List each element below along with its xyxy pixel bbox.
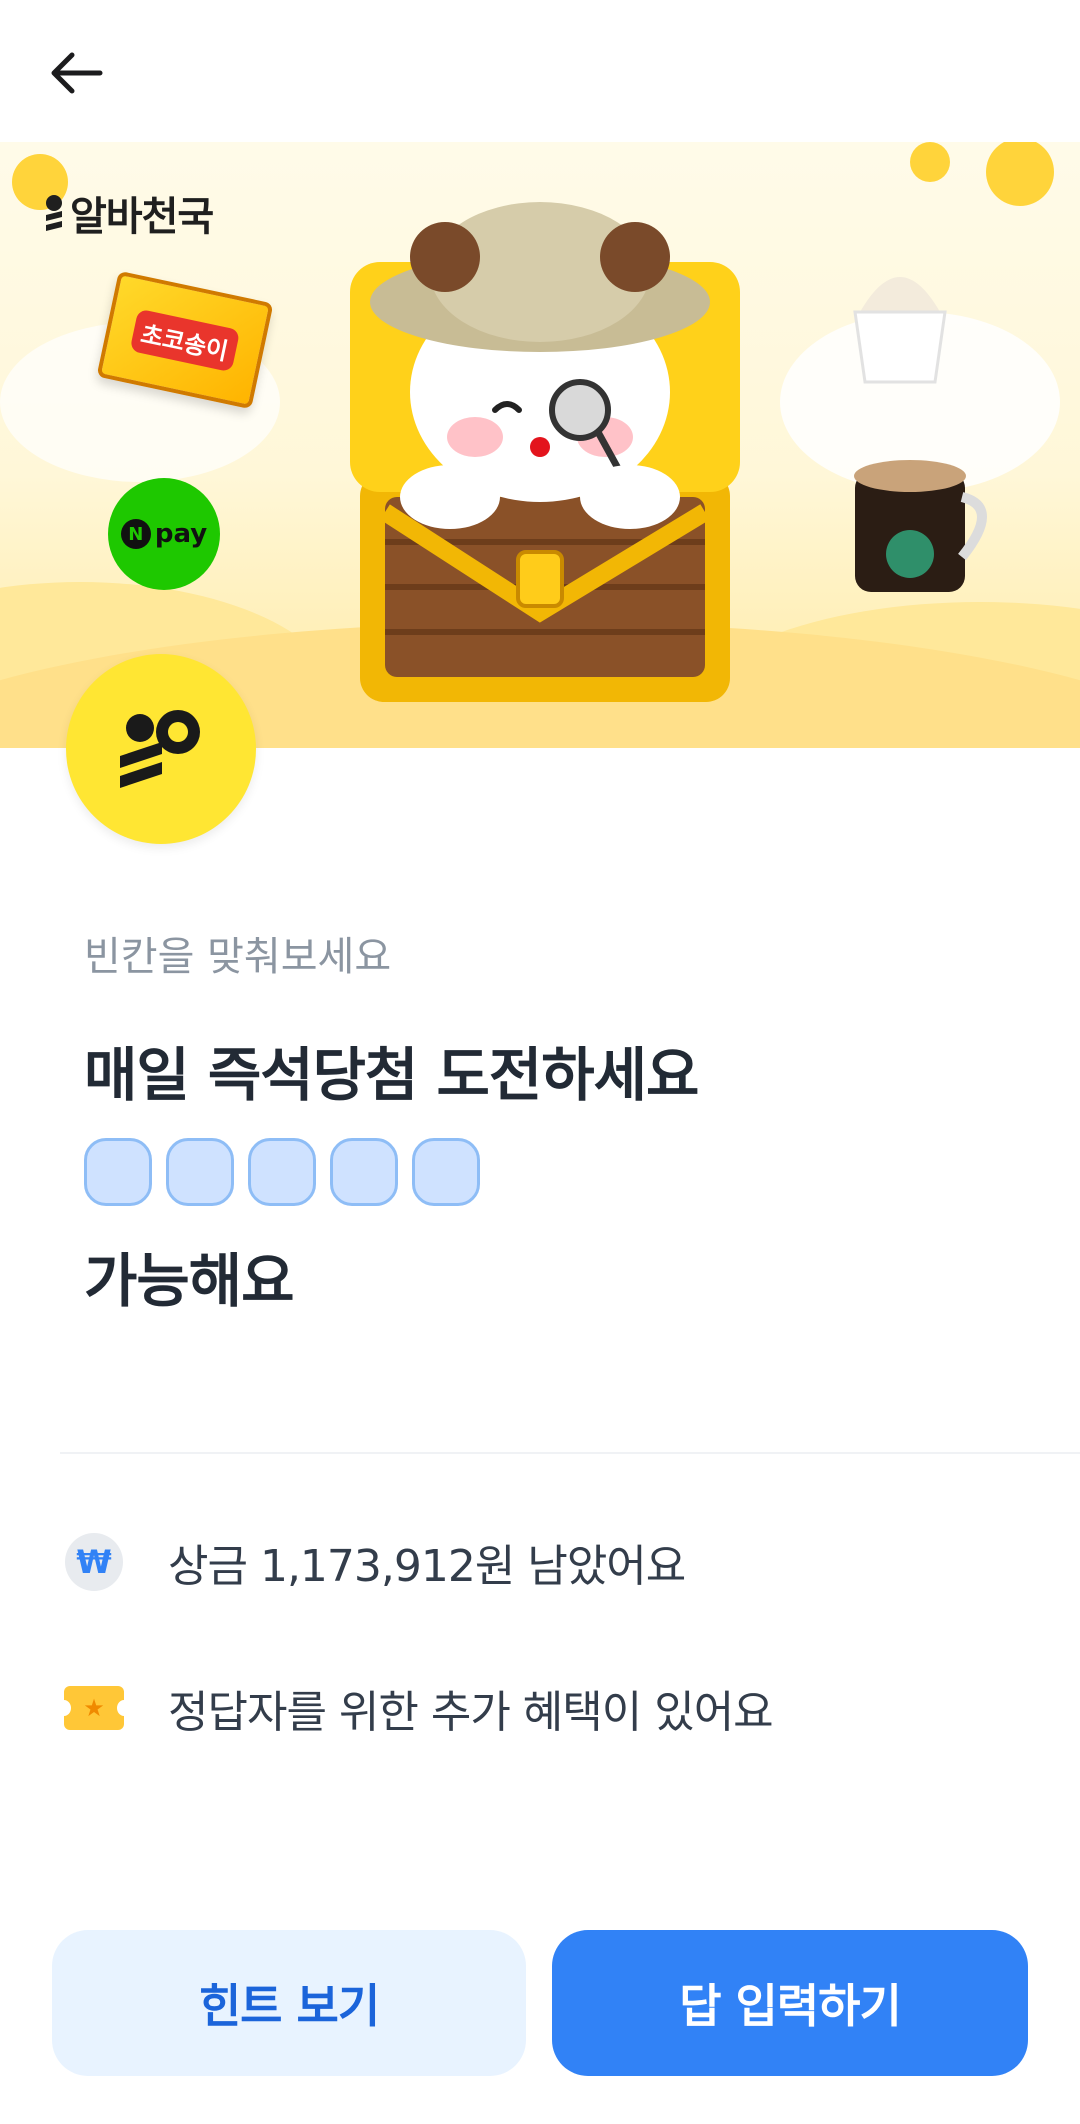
answer-blanks bbox=[84, 1138, 480, 1206]
ticket-icon: ★ bbox=[57, 1678, 131, 1738]
quiz-title-line1: 매일 즉석당첨 도전하세요 bbox=[84, 1041, 699, 1109]
blank-box bbox=[330, 1138, 398, 1206]
top-bar bbox=[0, 0, 1080, 142]
quiz-subtitle: 빈칸을 맞춰보세요 bbox=[84, 934, 392, 980]
bonus-text: 정답자를 위한 추가 혜택이 있어요 bbox=[168, 1687, 774, 1738]
snack-label: 초코송이 bbox=[129, 308, 241, 372]
prize-text: 상금 1,173,912원 남았어요 bbox=[168, 1541, 686, 1592]
npay-n-icon: N bbox=[120, 519, 151, 549]
blank-box bbox=[248, 1138, 316, 1206]
hint-button[interactable]: 힌트 보기 bbox=[52, 1930, 526, 2076]
npay-badge: N pay bbox=[108, 478, 220, 590]
bonus-info-row: ★ 정답자를 위한 추가 혜택이 있어요 bbox=[57, 1676, 774, 1740]
blank-box bbox=[412, 1138, 480, 1206]
back-button[interactable] bbox=[36, 38, 116, 108]
npay-label: pay bbox=[154, 519, 208, 549]
arrow-left-icon bbox=[51, 52, 103, 94]
bee-logo-icon bbox=[46, 195, 62, 231]
brand-logo: 알바천국 bbox=[44, 184, 214, 242]
divider bbox=[60, 1452, 1080, 1454]
brand-name: 알바천국 bbox=[70, 194, 214, 240]
quiz-title-line2: 가능해요 bbox=[84, 1247, 294, 1315]
prize-info-row: ₩ 상금 1,173,912원 남았어요 bbox=[64, 1530, 686, 1594]
bee-coin-icon bbox=[66, 654, 256, 844]
answer-input-button[interactable]: 답 입력하기 bbox=[552, 1930, 1028, 2076]
won-icon: ₩ bbox=[64, 1532, 124, 1592]
blank-box bbox=[166, 1138, 234, 1206]
blank-box bbox=[84, 1138, 152, 1206]
